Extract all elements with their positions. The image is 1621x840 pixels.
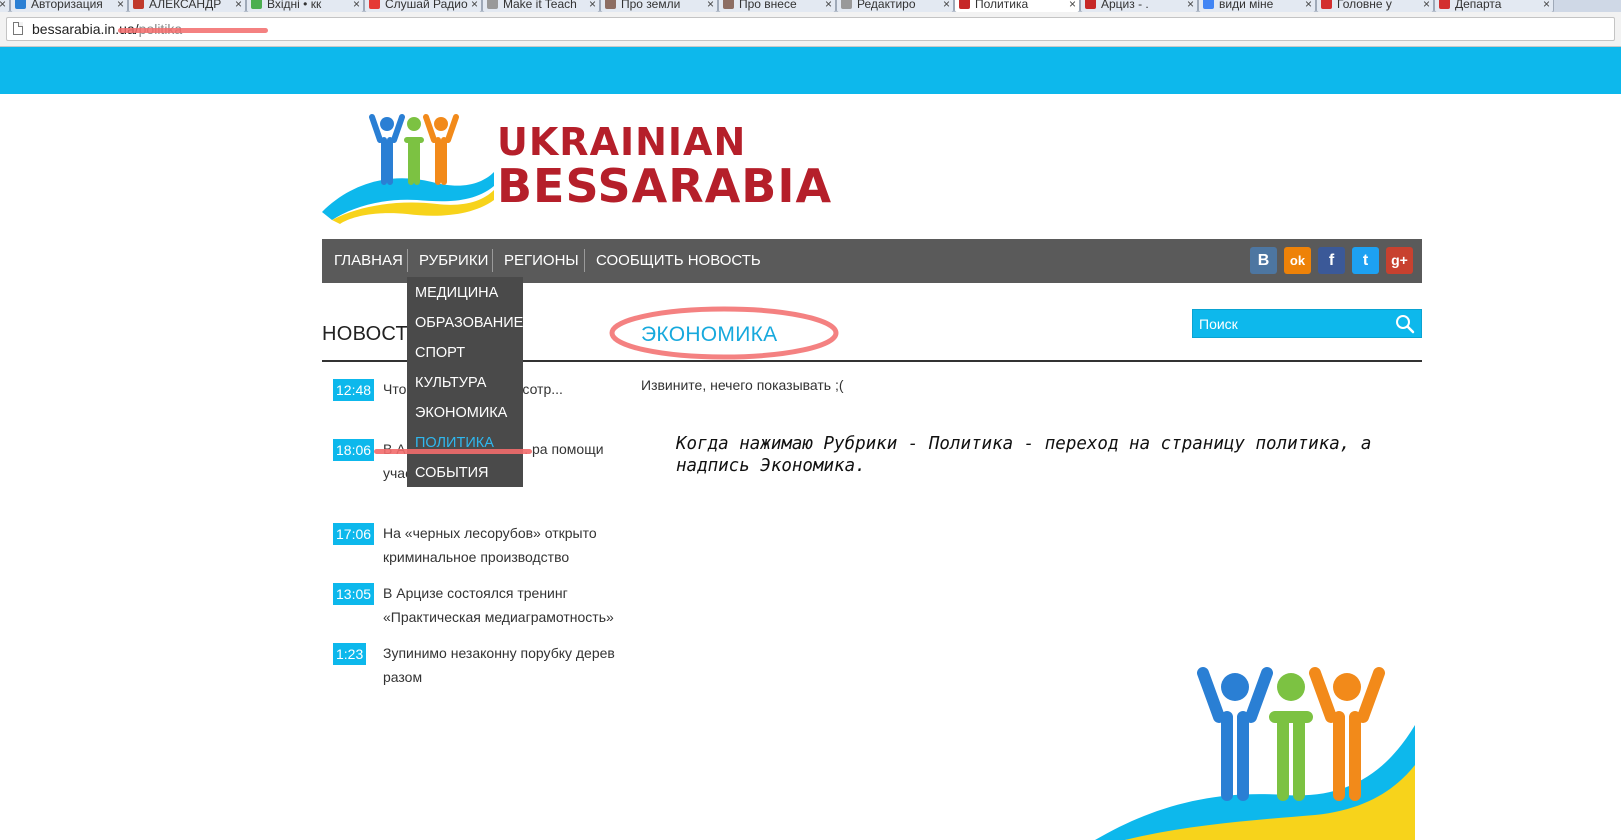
favicon-icon (1085, 0, 1096, 9)
nav-separator (584, 249, 585, 272)
favicon-icon (1439, 0, 1450, 9)
rubrics-dropdown-menu: МЕДИЦИНА ОБРАЗОВАНИЕ СПОРТ КУЛЬТУРА ЭКОН… (407, 277, 523, 487)
browser-tab-label: Арциз - . (1101, 0, 1149, 11)
dropdown-item-events[interactable]: СОБЫТИЯ (415, 459, 489, 487)
news-time-badge: 13:05 (333, 583, 375, 605)
browser-tab-label: види міне (1219, 0, 1274, 11)
favicon-icon (841, 0, 852, 9)
favicon-icon (1203, 0, 1214, 9)
nav-item-home[interactable]: ГЛАВНАЯ (334, 239, 403, 283)
empty-message: Извините, нечего показывать ;( (641, 377, 844, 393)
favicon-icon (15, 0, 26, 9)
close-icon[interactable]: × (1187, 0, 1194, 11)
close-icon[interactable]: × (589, 0, 596, 11)
annotation-underline-url (118, 28, 268, 33)
favicon-icon (1321, 0, 1332, 9)
search-input[interactable]: Поиск (1192, 309, 1422, 338)
page-icon (13, 22, 23, 35)
favicon-icon (251, 0, 262, 9)
browser-tab-label: Слушай Радио (385, 0, 468, 11)
news-time-badge: 18:06 (333, 439, 375, 461)
google-plus-icon[interactable]: g+ (1386, 247, 1413, 274)
annotation-underline-politics (374, 449, 532, 454)
browser-tab-label: Департа (1455, 0, 1502, 11)
close-icon[interactable]: × (1423, 0, 1430, 11)
dropdown-item-economy[interactable]: ЭКОНОМИКА (415, 399, 507, 427)
browser-tab-label: Авторизация (31, 0, 103, 11)
browser-tab-label: Редактиро (857, 0, 916, 11)
site-top-band (0, 47, 1621, 94)
close-icon[interactable]: × (1543, 0, 1550, 11)
annotation-circle (609, 306, 839, 360)
browser-tab-label: АЛЕКСАНДР (149, 0, 222, 11)
news-link[interactable]: На «черных лесорубов» открыто криминальн… (383, 521, 618, 569)
nav-item-report-news[interactable]: СООБЩИТЬ НОВОСТЬ (596, 239, 761, 283)
close-icon[interactable]: × (0, 0, 6, 11)
dropdown-item-education[interactable]: ОБРАЗОВАНИЕ (415, 309, 523, 337)
nav-separator (492, 249, 493, 272)
close-icon[interactable]: × (117, 0, 124, 11)
browser-tab-label: Про земли (621, 0, 681, 11)
logo-text-line2: BESSARABIA (497, 159, 833, 213)
logo-people-icon (1095, 667, 1415, 840)
site-logo[interactable]: UKRAINIAN BESSARABIA (322, 112, 831, 227)
dropdown-item-culture[interactable]: КУЛЬТУРА (415, 369, 486, 397)
news-time-badge: 1:23 (333, 643, 367, 665)
facebook-icon[interactable]: f (1318, 247, 1345, 274)
logo-text-line1: UKRAINIAN (497, 120, 747, 164)
dropdown-item-sport[interactable]: СПОРТ (415, 339, 465, 367)
news-time-badge: 17:06 (333, 523, 375, 545)
close-icon[interactable]: × (707, 0, 714, 11)
dropdown-item-medicine[interactable]: МЕДИЦИНА (415, 279, 498, 307)
browser-tab-label: Про внесе (739, 0, 797, 11)
favicon-icon (605, 0, 616, 9)
favicon-icon (487, 0, 498, 9)
close-icon[interactable]: × (1069, 0, 1076, 11)
close-icon[interactable]: × (825, 0, 832, 11)
close-icon[interactable]: × (943, 0, 950, 11)
close-icon[interactable]: × (471, 0, 478, 11)
vk-icon[interactable]: В (1250, 247, 1277, 274)
favicon-icon (723, 0, 734, 9)
browser-tab-label: Make it Teach (503, 0, 577, 11)
nav-separator (407, 249, 408, 272)
favicon-icon (959, 0, 970, 9)
twitter-icon[interactable]: t (1352, 247, 1379, 274)
favicon-icon (133, 0, 144, 9)
search-icon[interactable] (1395, 314, 1415, 334)
annotation-note: Когда нажимаю Рубрики - Политика - перех… (676, 434, 1372, 476)
browser-tab-label: Политика (975, 0, 1029, 11)
logo-people-icon (322, 114, 494, 224)
browser-tab-label: Вхідні • кк (267, 0, 322, 11)
close-icon[interactable]: × (235, 0, 242, 11)
close-icon[interactable]: × (353, 0, 360, 11)
news-link[interactable]: В Арцизе состоялся тренинг «Практическая… (383, 581, 618, 629)
favicon-icon (369, 0, 380, 9)
news-link[interactable]: Зупинимо незаконну порубку дерев разом (383, 641, 618, 689)
close-icon[interactable]: × (1305, 0, 1312, 11)
odnoklassniki-icon[interactable]: ok (1284, 247, 1311, 274)
search-placeholder: Поиск (1199, 316, 1238, 332)
browser-tab-label: Головне у (1337, 0, 1392, 11)
news-time-badge: 12:48 (333, 379, 375, 401)
